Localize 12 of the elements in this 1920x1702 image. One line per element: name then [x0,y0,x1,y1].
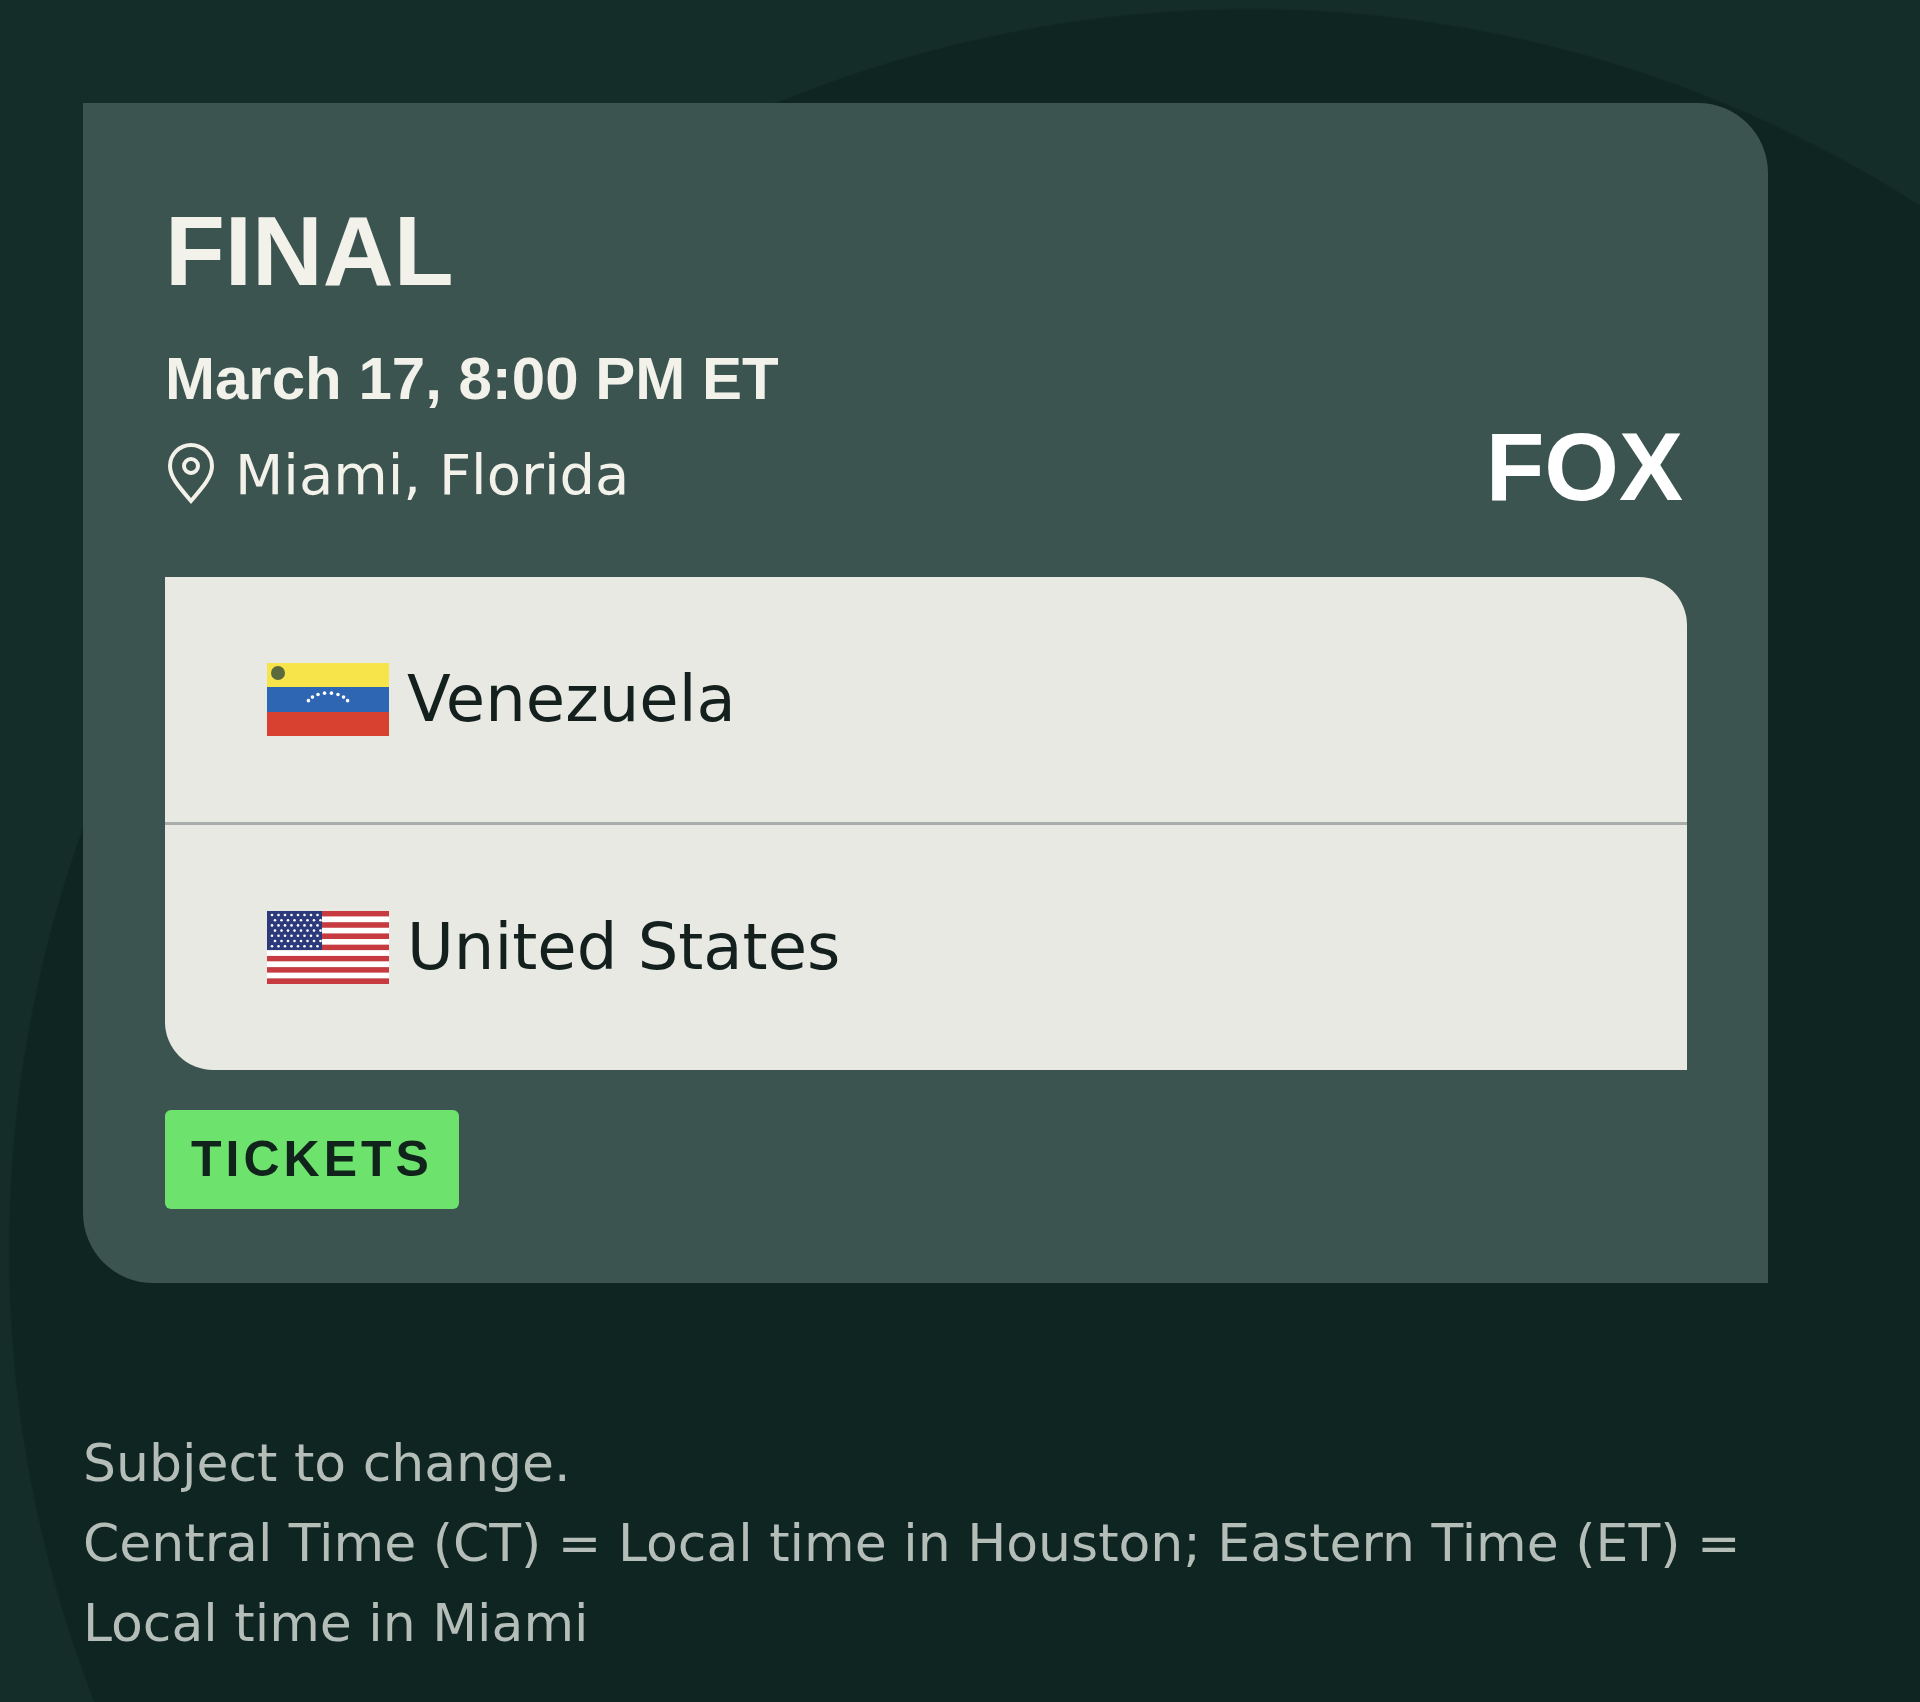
venue-location: Miami, Florida [235,441,630,507]
team-name: Venezuela [407,662,736,737]
footnote: Central Time (CT) = Local time in Houston; Eastern Time (ET) = Local time in Miami [83,1512,1742,1655]
network-logo: FOX [1485,418,1684,515]
team-name: United States [407,910,841,985]
tickets-button[interactable]: TICKETS [165,1109,459,1209]
flag-icon [267,910,389,984]
match-datetime: March 17, 8:00 PM ET [165,345,779,412]
footnote: Subject to change. [83,1432,572,1495]
location-pin-icon [165,443,217,506]
round-title: FINAL [165,198,455,306]
flag-icon [267,662,389,736]
